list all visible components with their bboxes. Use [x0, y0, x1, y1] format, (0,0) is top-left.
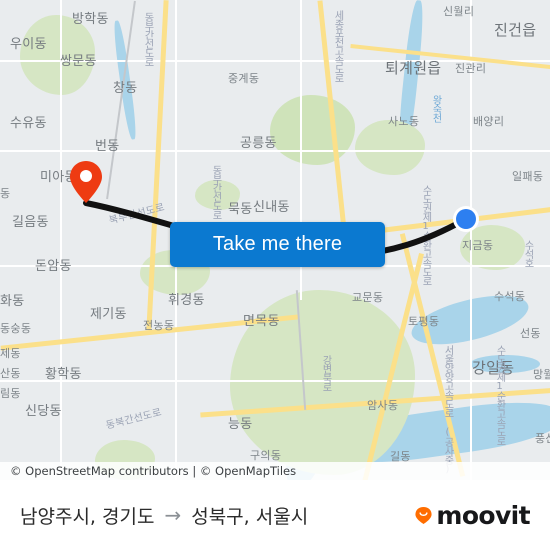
origin-label: 남양주시, 경기도: [20, 505, 155, 528]
map-attribution: © OpenStreetMap contributors | © OpenMap…: [0, 462, 550, 480]
moovit-route-screen: 방학동 우이동 쌍문동 창동 중계동 공릉동 신월리 진건읍 퇴계원읍 진관리 사노동 배양리 수유동 번…: [0, 0, 550, 550]
route-summary: 남양주시, 경기도 → 성북구, 서울시: [20, 502, 308, 529]
moovit-logo[interactable]: moovit: [414, 500, 531, 530]
origin-pin[interactable]: [69, 160, 103, 204]
attribution-text[interactable]: © OpenStreetMap contributors | © OpenMap…: [0, 464, 296, 478]
destination-dot[interactable]: [453, 206, 479, 232]
destination-label: 성북구, 서울시: [191, 505, 309, 528]
take-me-there-button[interactable]: Take me there: [170, 222, 385, 267]
map-canvas[interactable]: 방학동 우이동 쌍문동 창동 중계동 공릉동 신월리 진건읍 퇴계원읍 진관리 사노동 배양리 수유동 번…: [0, 0, 550, 480]
arrow-right-icon: →: [164, 503, 182, 527]
footer-bar: 남양주시, 경기도 → 성북구, 서울시 moovit: [0, 480, 550, 550]
moovit-wordmark: moovit: [436, 500, 530, 530]
moovit-pin-icon: [414, 506, 433, 525]
